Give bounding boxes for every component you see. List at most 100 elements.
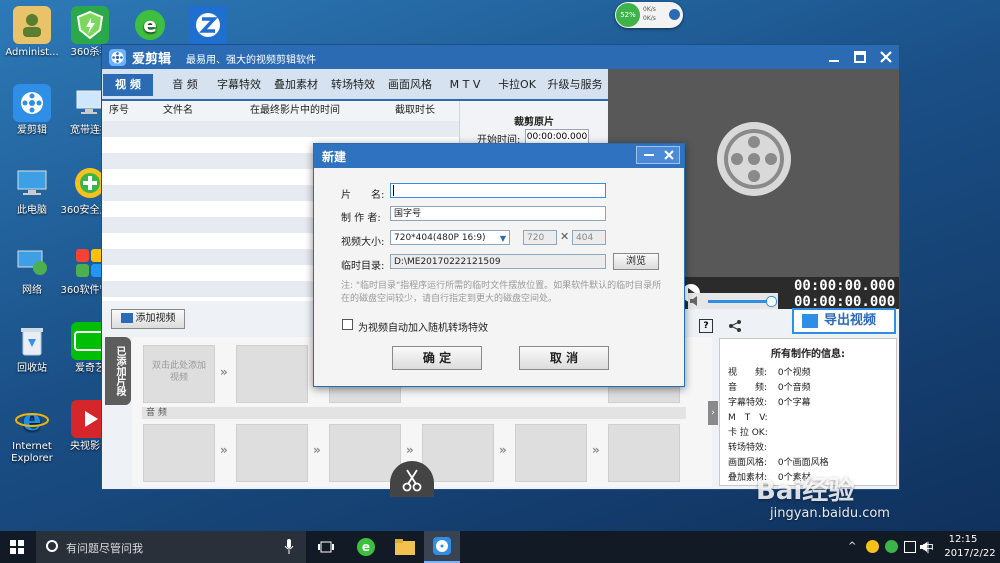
tab-video[interactable]: 视 频 bbox=[103, 74, 153, 96]
microphone-icon[interactable] bbox=[284, 539, 294, 554]
windows-start-icon[interactable] bbox=[10, 540, 24, 554]
info-label: M T V: bbox=[728, 413, 768, 423]
chevron-down-icon: ▼ bbox=[499, 234, 506, 243]
tray-expand-icon[interactable]: ^ bbox=[848, 541, 856, 552]
svg-text:e: e bbox=[143, 13, 157, 37]
height-input[interactable]: 404 bbox=[572, 230, 606, 245]
tab-subtitle-effects[interactable]: 字幕特效 bbox=[212, 74, 266, 96]
close-icon[interactable] bbox=[878, 49, 894, 65]
audio-slot[interactable] bbox=[143, 424, 215, 482]
name-input[interactable] bbox=[390, 183, 606, 198]
recycle-bin-icon bbox=[13, 322, 51, 360]
expand-panel-chevron-icon[interactable]: › bbox=[708, 401, 718, 425]
tray-network-icon[interactable] bbox=[904, 541, 916, 553]
info-label: 画面风格: bbox=[728, 458, 768, 468]
app-titlebar[interactable]: 爱剪辑 最易用、强大的视频剪辑软件 bbox=[102, 45, 899, 69]
clock-date[interactable]: 2017/2/22 bbox=[940, 548, 1000, 559]
tray-security-icon[interactable] bbox=[885, 540, 898, 553]
video-size-select[interactable]: 720*404(480P 16:9) ▼ bbox=[390, 230, 510, 245]
chevron-right-icon: » bbox=[220, 443, 228, 457]
minimize-icon[interactable] bbox=[826, 49, 842, 65]
cancel-button[interactable]: 取 消 bbox=[519, 346, 609, 370]
random-transition-checkbox[interactable] bbox=[342, 319, 353, 330]
scissors-button[interactable] bbox=[390, 461, 434, 497]
dialog-titlebar[interactable]: 新建 bbox=[314, 144, 684, 168]
add-video-button[interactable]: 添加视频 bbox=[111, 309, 185, 329]
clock-time[interactable]: 12:15 bbox=[940, 534, 986, 545]
search-box[interactable]: 有问题尽管问我 bbox=[36, 531, 306, 563]
col-header-filename[interactable]: 文件名 bbox=[138, 101, 218, 121]
desktop-icon-recycle-bin[interactable]: 回收站 bbox=[0, 322, 64, 375]
help-icon[interactable]: ? bbox=[699, 319, 713, 333]
dialog-minimize-icon[interactable] bbox=[641, 147, 657, 163]
info-value: 0个字幕 bbox=[777, 398, 811, 408]
net-percent: 52% bbox=[616, 3, 640, 27]
tab-transition-effects[interactable]: 转场特效 bbox=[326, 74, 380, 96]
desktop-icon-network[interactable]: 网络 bbox=[0, 244, 64, 297]
timeline-slot[interactable] bbox=[236, 345, 308, 403]
tab-overlay-material[interactable]: 叠加素材 bbox=[269, 74, 323, 96]
network-speed-widget[interactable]: 52% 0K/s 0K/s bbox=[615, 2, 683, 28]
app-title: 爱剪辑 bbox=[132, 52, 172, 67]
desktop-icon-administrator[interactable]: Administ... bbox=[0, 6, 64, 59]
volume-slider[interactable] bbox=[708, 300, 768, 303]
browse-button[interactable]: 浏览 bbox=[613, 253, 659, 270]
desktop-icon-label: 爱剪辑 bbox=[17, 125, 47, 136]
info-row-video: 视 频: 0个视频 bbox=[728, 365, 811, 378]
internet-explorer-icon: e bbox=[13, 400, 51, 438]
add-video-label: 添加视频 bbox=[135, 313, 176, 324]
tray-360-icon[interactable] bbox=[866, 540, 879, 553]
author-input[interactable]: 国字号 bbox=[390, 206, 606, 221]
cortana-icon bbox=[46, 540, 58, 552]
ime-indicator[interactable]: 中 bbox=[922, 539, 934, 556]
taskbar-browser-icon[interactable]: e bbox=[356, 537, 376, 557]
taskbar-aijianji-button[interactable] bbox=[424, 531, 460, 563]
desktop-icon-label: 回收站 bbox=[17, 363, 47, 374]
net-up: 0K/s bbox=[643, 6, 656, 13]
dialog-title: 新建 bbox=[322, 150, 347, 164]
tab-karaoke[interactable]: 卡拉OK bbox=[493, 74, 541, 96]
tab-mtv[interactable]: M T V bbox=[441, 74, 489, 96]
drop-slot-hint: 双击此处添加视频 bbox=[151, 361, 206, 383]
volume-bar bbox=[688, 293, 778, 309]
audio-slot[interactable] bbox=[236, 424, 308, 482]
audio-slot[interactable] bbox=[608, 424, 680, 482]
table-row[interactable] bbox=[102, 121, 459, 137]
app-logo-icon bbox=[109, 49, 126, 66]
audio-slot[interactable] bbox=[515, 424, 587, 482]
added-clips-side-tab[interactable]: 已添加片段 bbox=[105, 337, 131, 405]
export-video-button[interactable]: 导出视频 bbox=[792, 308, 896, 334]
chevron-right-icon: » bbox=[313, 443, 321, 457]
task-view-icon[interactable] bbox=[318, 540, 334, 554]
col-header-time-in-movie[interactable]: 在最终影片中的时间 bbox=[220, 101, 370, 121]
desktop-icon-this-pc[interactable]: 此电脑 bbox=[0, 164, 64, 217]
maximize-icon[interactable] bbox=[852, 49, 868, 65]
desktop-icon-label: Internet Explorer bbox=[11, 441, 53, 464]
project-info-panel: 所有制作的信息: 视 频: 0个视频 音 频: 0个音频 字幕特效: 0个字幕 … bbox=[719, 338, 897, 486]
taskbar-file-explorer-icon[interactable] bbox=[395, 538, 415, 556]
desktop-icon-ie[interactable]: e Internet Explorer bbox=[0, 400, 64, 465]
timeline-drop-slot[interactable]: 双击此处添加视频 bbox=[143, 345, 215, 403]
desktop-icon-z-app[interactable] bbox=[176, 6, 240, 47]
info-label: 字幕特效: bbox=[728, 398, 768, 408]
info-row-transition: 转场特效: bbox=[728, 440, 775, 453]
tab-picture-style[interactable]: 画面风格 bbox=[383, 74, 437, 96]
col-header-clip-duration[interactable]: 截取时长 bbox=[372, 101, 458, 121]
volume-icon[interactable] bbox=[690, 296, 702, 306]
ok-button[interactable]: 确 定 bbox=[392, 346, 482, 370]
dialog-close-icon[interactable] bbox=[661, 147, 677, 163]
tab-upgrade-service[interactable]: 升级与服务 bbox=[544, 74, 606, 96]
desktop-icon-aijianji[interactable]: 爱剪辑 bbox=[0, 84, 64, 137]
tab-audio[interactable]: 音 频 bbox=[160, 74, 210, 96]
info-row-picture-style: 画面风格: 0个画面风格 bbox=[728, 455, 829, 468]
temp-dir-input[interactable]: D:\ME20170222121509 bbox=[390, 254, 606, 269]
film-reel-icon bbox=[13, 84, 51, 122]
share-icon[interactable] bbox=[728, 319, 742, 333]
desktop-icon-browser[interactable]: e bbox=[118, 6, 182, 47]
width-input[interactable]: 720 bbox=[523, 230, 557, 245]
film-add-icon bbox=[120, 313, 133, 323]
info-row-subtitle: 字幕特效: 0个字幕 bbox=[728, 395, 811, 408]
video-size-value: 720*404(480P 16:9) bbox=[394, 233, 486, 243]
col-header-index[interactable]: 序号 bbox=[102, 101, 136, 121]
volume-slider-handle[interactable] bbox=[766, 296, 777, 307]
